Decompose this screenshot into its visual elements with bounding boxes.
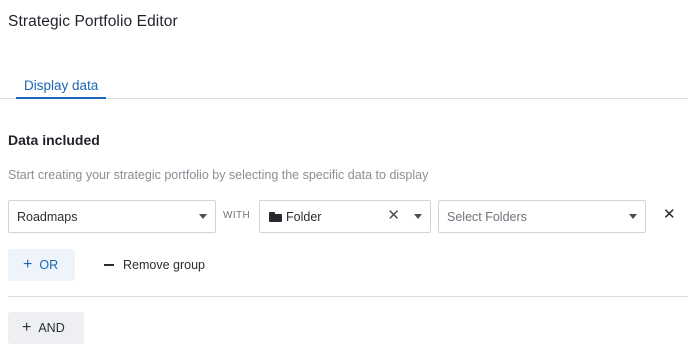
type-select[interactable]: Folder ✕ bbox=[259, 200, 431, 233]
add-or-button[interactable]: + OR bbox=[8, 249, 75, 281]
tab-bar: Display data bbox=[0, 74, 688, 99]
tab-display-data[interactable]: Display data bbox=[16, 74, 107, 99]
chevron-down-icon bbox=[629, 214, 637, 219]
source-select-value: Roadmaps bbox=[17, 209, 78, 224]
page-title: Strategic Portfolio Editor bbox=[8, 13, 178, 30]
add-and-button[interactable]: + AND bbox=[8, 312, 84, 344]
type-select-value: Folder bbox=[286, 209, 322, 224]
folders-select-placeholder: Select Folders bbox=[447, 209, 527, 224]
section-title: Data included bbox=[8, 132, 100, 148]
add-or-label: OR bbox=[39, 258, 59, 272]
add-and-label: AND bbox=[38, 321, 65, 335]
chevron-down-icon bbox=[414, 214, 422, 219]
plus-icon: + bbox=[22, 319, 32, 336]
minus-icon bbox=[104, 264, 114, 266]
plus-icon: + bbox=[23, 256, 33, 273]
folder-icon bbox=[269, 211, 282, 222]
remove-row-button[interactable]: ✕ bbox=[663, 207, 676, 223]
close-icon[interactable]: ✕ bbox=[387, 208, 400, 224]
with-connector: WITH bbox=[223, 210, 251, 221]
remove-group-button[interactable]: Remove group bbox=[104, 249, 205, 281]
folders-select[interactable]: Select Folders bbox=[438, 200, 646, 233]
chevron-down-icon bbox=[199, 214, 207, 219]
remove-group-label: Remove group bbox=[123, 258, 205, 272]
divider bbox=[8, 296, 688, 297]
source-select[interactable]: Roadmaps bbox=[8, 200, 216, 233]
section-hint: Start creating your strategic portfolio … bbox=[8, 168, 429, 182]
